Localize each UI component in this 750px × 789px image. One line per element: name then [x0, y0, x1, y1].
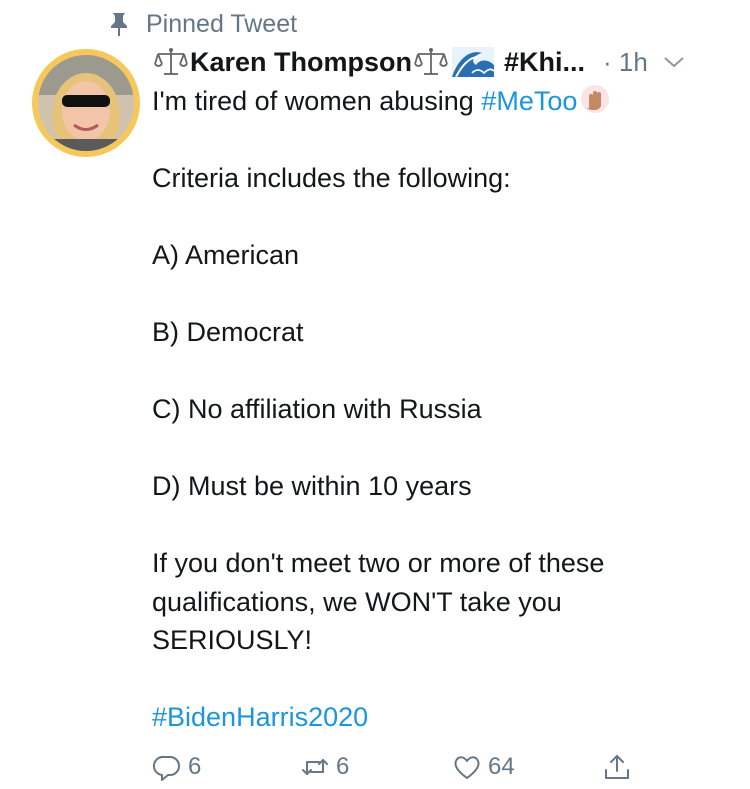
tweet-text: I'm tired of women abusing #MeToo Criter… — [152, 82, 712, 737]
tweet-closing: If you don't meet two or more of these q… — [152, 548, 605, 655]
pin-icon — [111, 13, 127, 36]
tweet-line-1: I'm tired of women abusing #MeToo — [152, 82, 712, 121]
tweet-actions: 6 6 64 — [152, 752, 652, 786]
retweet-count: 6 — [336, 753, 350, 780]
tweet-header: Karen Thompson #Khi... · 1h — [152, 42, 732, 82]
profile-photo — [38, 55, 134, 151]
pinned-label: Pinned Tweet — [146, 9, 298, 38]
author-name[interactable]: Karen Thompson — [190, 47, 412, 78]
tweet-criteria-intro: Criteria includes the following: — [152, 163, 511, 193]
reply-count: 6 — [188, 753, 202, 780]
tweet-item-b: B) Democrat — [152, 317, 304, 347]
author-name-tail[interactable]: #Khi... — [504, 47, 585, 78]
reply-icon — [153, 755, 180, 781]
raised-hand-icon — [581, 85, 610, 113]
share-icon — [605, 755, 629, 779]
reply-button[interactable]: 6 — [152, 752, 201, 782]
balance-scale-icon — [154, 48, 188, 75]
water-wave-icon — [452, 47, 495, 77]
chevron-down-icon[interactable] — [662, 53, 686, 71]
tweet-item-a: A) American — [152, 240, 300, 270]
balance-scale-icon — [414, 48, 448, 75]
heart-icon — [454, 756, 480, 779]
hashtag-bidenharris[interactable]: #BidenHarris2020 — [152, 702, 368, 732]
retweet-button[interactable]: 6 — [300, 752, 349, 782]
tweet-item-c: C) No affiliation with Russia — [152, 394, 482, 424]
tweet-hashtag-line: #BidenHarris2020 — [152, 698, 712, 737]
like-button[interactable]: 64 — [452, 752, 515, 782]
share-button[interactable] — [602, 752, 632, 782]
tweet-line-1-text: I'm tired of women abusing — [152, 86, 482, 116]
hashtag-metoo[interactable]: #MeToo — [481, 86, 577, 116]
pinned-tweet-header: Pinned Tweet — [108, 10, 297, 38]
tweet-time[interactable]: · 1h — [603, 47, 648, 78]
tweet-item-d: D) Must be within 10 years — [152, 471, 472, 501]
like-count: 64 — [488, 753, 515, 780]
retweet-icon — [302, 759, 328, 775]
avatar[interactable] — [32, 49, 140, 157]
author-name-group[interactable]: Karen Thompson #Khi... — [152, 47, 585, 78]
